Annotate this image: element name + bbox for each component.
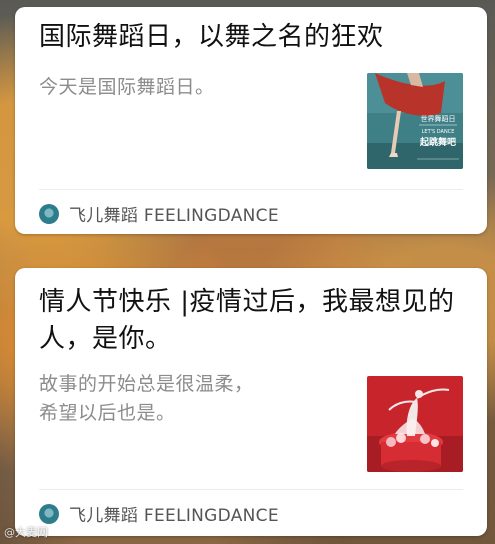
article-card[interactable]: 国际舞蹈日，以舞之名的狂欢 今天是国际舞蹈日。 世界舞蹈日 LET'S DANC…	[15, 7, 487, 234]
source-name: 飞儿舞蹈 FEELINGDANCE	[69, 506, 279, 526]
valentine-thumbnail-image	[367, 376, 463, 472]
article-summary: 今天是国际舞蹈日。	[39, 76, 215, 98]
account-avatar-icon	[39, 503, 59, 524]
divider	[39, 489, 463, 490]
thumb-text-1: 世界舞蹈日	[421, 114, 456, 123]
account-avatar-icon	[39, 203, 59, 224]
source-account[interactable]: 飞儿舞蹈 FEELINGDANCE	[39, 201, 279, 226]
summary-line: 故事的开始总是很温柔，	[39, 373, 254, 395]
divider	[39, 189, 463, 190]
thumb-text-2: LET'S DANCE	[422, 129, 455, 135]
thumb-text-3: 起跳舞吧	[419, 136, 456, 148]
article-title[interactable]: 情人节快乐 |疫情过后，我最想见的人，是你。	[39, 284, 463, 358]
dancer-thumbnail-image: 世界舞蹈日 LET'S DANCE 起跳舞吧	[367, 73, 463, 169]
article-thumbnail[interactable]: 世界舞蹈日 LET'S DANCE 起跳舞吧	[367, 73, 463, 169]
source-account[interactable]: 飞儿舞蹈 FEELINGDANCE	[39, 501, 279, 526]
article-card[interactable]: 情人节快乐 |疫情过后，我最想见的人，是你。 故事的开始总是很温柔， 希望以后也…	[15, 268, 487, 536]
summary-line: 希望以后也是。	[39, 402, 176, 424]
source-name: 飞儿舞蹈 FEELINGDANCE	[69, 206, 279, 226]
watermark: @大麦网	[4, 526, 48, 539]
article-thumbnail[interactable]	[367, 376, 463, 472]
article-title[interactable]: 国际舞蹈日，以舞之名的狂欢	[39, 19, 463, 56]
article-summary: 故事的开始总是很温柔， 希望以后也是。	[39, 370, 254, 428]
